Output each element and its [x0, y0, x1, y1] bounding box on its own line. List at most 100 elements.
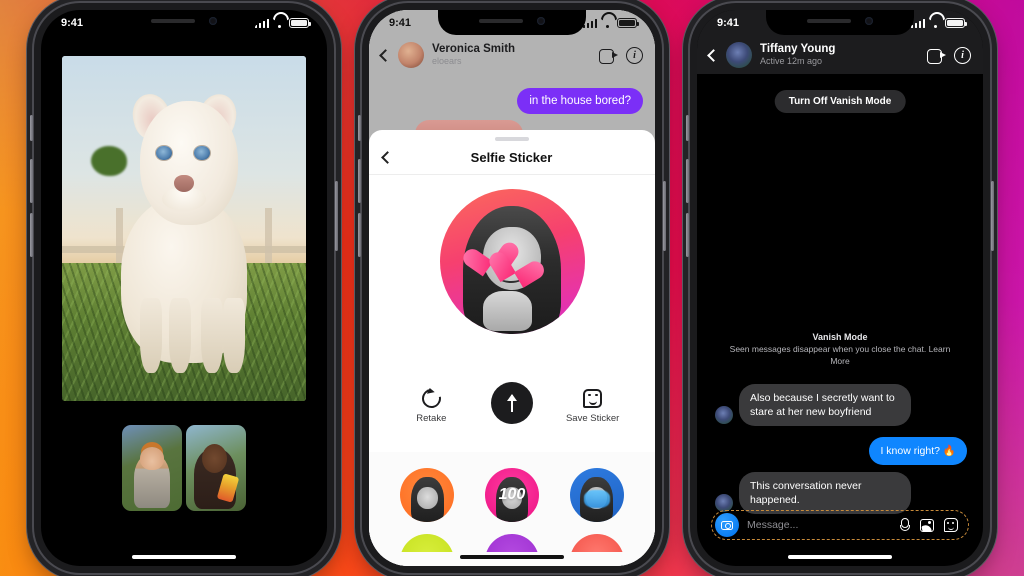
turn-off-vanish-mode-button[interactable]: Turn Off Vanish Mode	[774, 90, 906, 113]
info-circle-icon[interactable]: i	[626, 46, 643, 64]
retake-button[interactable]: Retake	[395, 384, 467, 424]
selfie-sticker-preview[interactable]	[439, 189, 585, 334]
chat-header-right: Tiffany Young Active 12m ago i	[697, 36, 983, 74]
power-button[interactable]	[335, 181, 338, 251]
home-indicator[interactable]	[788, 555, 892, 559]
lion-cub-leg	[140, 297, 163, 374]
contact-handle: eloears	[432, 55, 462, 66]
chat-header-middle: Veronica Smith eloears i	[369, 36, 655, 74]
sheet-header: Selfie Sticker	[369, 141, 655, 175]
sticker-blue-tears[interactable]	[569, 468, 624, 522]
sticker-action-row: Retake Save Sticker	[369, 382, 655, 424]
sticker-red[interactable]	[569, 534, 624, 552]
battery-icon	[945, 18, 967, 28]
selfie-sticker-sheet: Selfie Sticker Retake Save Sticker 100	[369, 130, 655, 566]
info-circle-icon[interactable]: i	[954, 46, 971, 64]
front-camera-icon	[209, 17, 217, 25]
sticker-face-icon	[583, 388, 603, 408]
sheet-title: Selfie Sticker	[470, 150, 553, 165]
notch	[438, 10, 586, 35]
sticker-lime[interactable]	[400, 534, 455, 552]
sticker-preview-area	[369, 189, 655, 334]
volume-down-button[interactable]	[358, 213, 361, 257]
photo-library-icon[interactable]	[920, 518, 934, 532]
avatar[interactable]	[715, 406, 733, 425]
volume-up-button[interactable]	[30, 159, 33, 203]
status-time: 9:41	[389, 17, 412, 29]
participant-thumbnail-2[interactable]	[186, 425, 246, 511]
participant-thumbnail-1[interactable]	[122, 425, 182, 511]
retake-icon	[418, 384, 445, 412]
chevron-left-icon[interactable]	[379, 48, 392, 62]
power-button[interactable]	[663, 181, 666, 251]
screenshot-stage: 9:41 9:41 Veronica Smith eloears i in th…	[0, 0, 1024, 576]
sticker-orange[interactable]	[400, 468, 455, 522]
message-row-incoming: This conversation never happened.	[715, 472, 911, 515]
sticker-purple[interactable]	[484, 534, 539, 552]
heart-eye-icon	[497, 241, 537, 279]
sticker-pink-100[interactable]: 100	[484, 468, 539, 522]
mute-switch[interactable]	[358, 115, 361, 141]
earpiece-speaker	[807, 19, 851, 23]
contact-status: Active 12m ago	[760, 55, 823, 66]
save-sticker-button[interactable]: Save Sticker	[557, 388, 629, 424]
fence-post	[264, 207, 272, 270]
lion-cub-leg	[201, 297, 224, 374]
chat-bubble-sent[interactable]: I know right? 🔥	[869, 437, 967, 466]
wifi-icon	[273, 19, 285, 28]
message-input[interactable]: Message...	[747, 519, 891, 531]
sticker-face-icon[interactable]	[944, 518, 958, 532]
front-camera-icon	[865, 17, 873, 25]
contact-name: Veronica Smith	[432, 43, 516, 56]
notch	[766, 10, 914, 35]
battery-icon	[289, 18, 311, 28]
status-indicators	[582, 18, 639, 28]
vanish-mode-note-body: Seen messages disappear when you close t…	[729, 344, 951, 366]
earpiece-speaker	[151, 19, 195, 23]
avatar[interactable]	[398, 42, 424, 68]
video-call-main-feed[interactable]	[62, 56, 306, 401]
message-composer[interactable]: Message...	[711, 510, 969, 540]
chat-bubble-received[interactable]: This conversation never happened.	[739, 472, 911, 515]
vanish-mode-note: Vanish Mode Seen messages disappear when…	[723, 332, 957, 367]
phone-left-screen: 9:41	[41, 10, 327, 566]
notch	[110, 10, 258, 35]
power-button[interactable]	[991, 181, 994, 251]
status-time: 9:41	[717, 17, 740, 29]
phone-middle-selfie-sticker: 9:41 Veronica Smith eloears i in the hou…	[358, 3, 666, 573]
volume-down-button[interactable]	[686, 213, 689, 257]
retake-label: Retake	[416, 412, 447, 424]
status-time: 9:41	[61, 17, 84, 29]
contact-name-block: Tiffany Young Active 12m ago	[760, 43, 919, 66]
save-sticker-label: Save Sticker	[565, 412, 620, 424]
chat-bubble-received[interactable]: Also because I secretly want to stare at…	[739, 384, 911, 427]
home-indicator[interactable]	[132, 555, 236, 559]
message-row-outgoing: I know right? 🔥	[869, 437, 967, 466]
mute-switch[interactable]	[686, 115, 689, 141]
wifi-icon	[929, 19, 941, 28]
composer-icons	[899, 517, 958, 533]
video-camera-icon[interactable]	[599, 48, 618, 64]
chat-bubble-sent[interactable]: in the house bored?	[517, 88, 643, 114]
phone-left-video-call: 9:41	[30, 3, 338, 573]
volume-up-button[interactable]	[686, 159, 689, 203]
message-row-incoming: Also because I secretly want to stare at…	[715, 384, 911, 427]
lion-cub-leg	[169, 297, 192, 374]
microphone-icon[interactable]	[899, 517, 910, 533]
mute-switch[interactable]	[30, 115, 33, 141]
status-indicators	[254, 18, 311, 28]
home-indicator[interactable]	[460, 555, 564, 559]
video-camera-icon[interactable]	[927, 48, 946, 64]
chevron-left-icon[interactable]	[707, 48, 720, 62]
wifi-icon	[601, 19, 613, 28]
portrait-hand	[483, 290, 533, 332]
send-sticker-button[interactable]	[476, 382, 548, 424]
avatar[interactable]	[726, 42, 752, 68]
volume-down-button[interactable]	[30, 213, 33, 257]
earpiece-speaker	[479, 19, 523, 23]
volume-up-button[interactable]	[358, 159, 361, 203]
lion-cub-eye	[193, 145, 210, 161]
camera-icon[interactable]	[715, 513, 739, 537]
phone-middle-screen: 9:41 Veronica Smith eloears i in the hou…	[369, 10, 655, 566]
status-indicators	[910, 18, 967, 28]
